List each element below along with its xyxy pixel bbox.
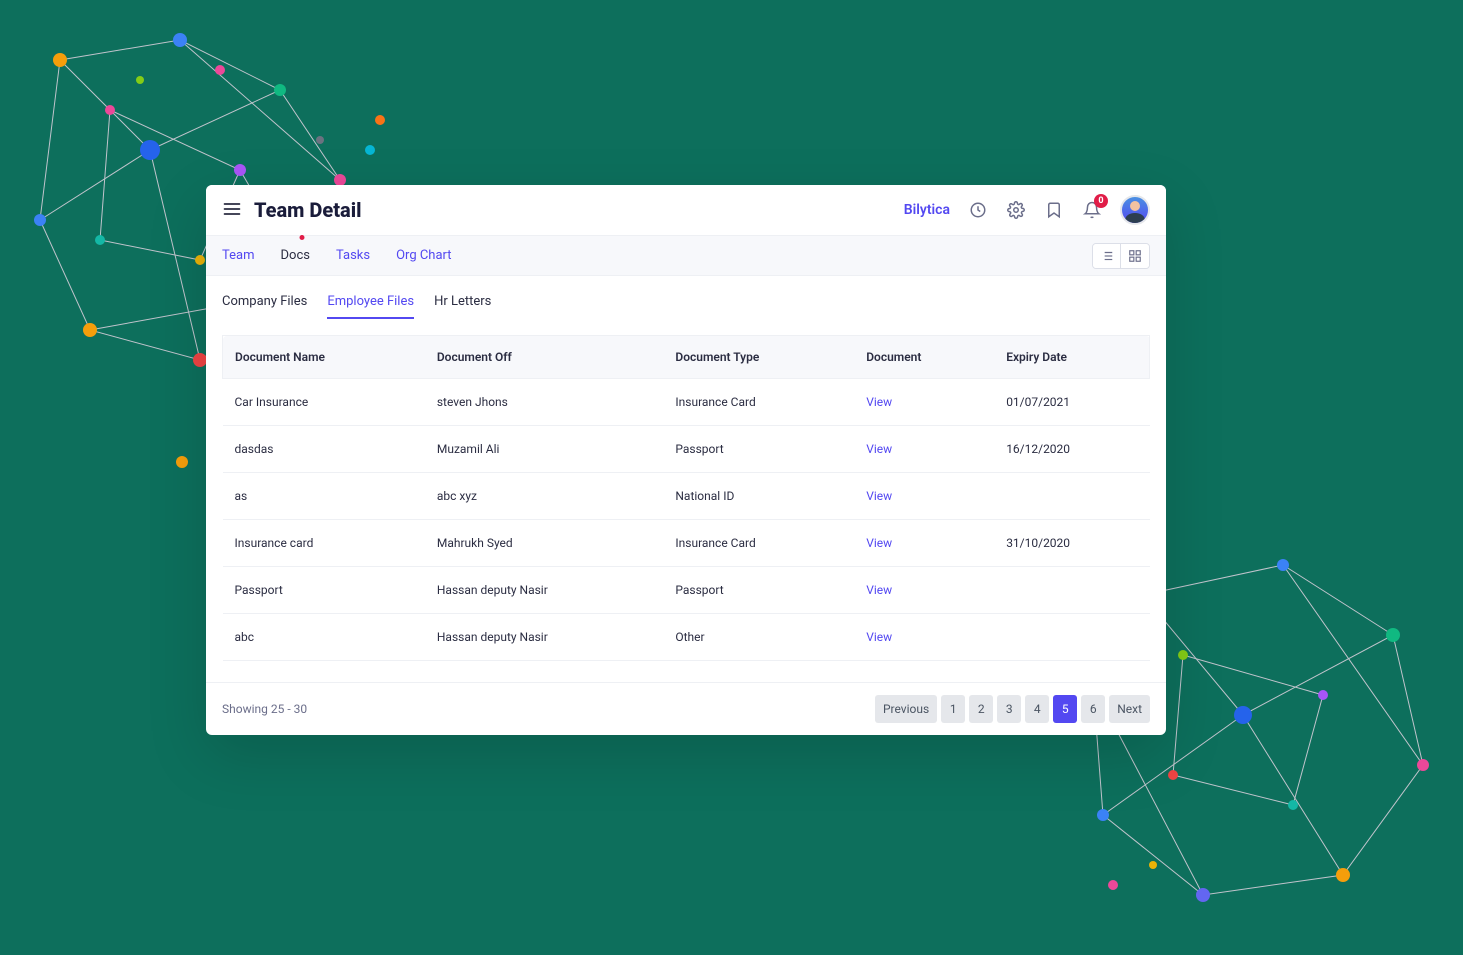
cell-type: National ID (663, 473, 854, 520)
page-button-6[interactable]: 6 (1081, 695, 1105, 723)
menu-icon[interactable] (222, 199, 242, 222)
table-row: Car Insurancesteven JhonsInsurance CardV… (223, 379, 1150, 426)
pagination: Previous123456Next (875, 695, 1150, 723)
app-window: Team Detail Bilytica 0 Team Docs Tasks Org … (206, 185, 1166, 735)
cell-off: Muzamil Ali (425, 426, 664, 473)
cell-name: Car Insurance (223, 379, 425, 426)
cell-type: Other (663, 614, 854, 661)
showing-text: Showing 25 - 30 (222, 702, 307, 716)
nav-tabs: Team Docs Tasks Org Chart (206, 236, 1166, 276)
cell-name: abc (223, 614, 425, 661)
page-button-5[interactable]: 5 (1053, 695, 1077, 723)
table-row: dasdasMuzamil AliPassportView16/12/2020 (223, 426, 1150, 473)
column-header: Expiry Date (994, 336, 1149, 379)
cell-type: Insurance Card (663, 379, 854, 426)
nav-tab-team[interactable]: Team (222, 236, 269, 275)
bell-icon[interactable]: 0 (1082, 200, 1102, 220)
nav-tab-docs[interactable]: Docs (281, 236, 324, 275)
cell-name: Insurance card (223, 520, 425, 567)
cell-type: Passport (663, 426, 854, 473)
view-link[interactable]: View (854, 567, 994, 614)
list-view-icon[interactable] (1093, 244, 1121, 268)
sub-tab-company-files[interactable]: Company Files (222, 286, 307, 319)
table-row: PassportHassan deputy NasirPassportView (223, 567, 1150, 614)
sub-tabs: Company Files Employee Files Hr Letters (206, 276, 1166, 319)
grid-view-icon[interactable] (1121, 244, 1149, 268)
nav-tab-org-chart[interactable]: Org Chart (396, 236, 465, 275)
cell-off: Mahrukh Syed (425, 520, 664, 567)
next-button[interactable]: Next (1109, 695, 1150, 723)
cell-name: Passport (223, 567, 425, 614)
cell-expiry (994, 567, 1149, 614)
brand-label[interactable]: Bilytica (904, 202, 950, 218)
table-row: abcHassan deputy NasirOtherView (223, 614, 1150, 661)
cell-name: dasdas (223, 426, 425, 473)
bg-dot-accent (170, 450, 210, 490)
table-row: asabc xyzNational IDView (223, 473, 1150, 520)
view-link[interactable]: View (854, 379, 994, 426)
column-header: Document Off (425, 336, 664, 379)
view-link[interactable]: View (854, 473, 994, 520)
nav-tab-tasks[interactable]: Tasks (336, 236, 384, 275)
page-button-1[interactable]: 1 (941, 695, 965, 723)
avatar[interactable] (1120, 195, 1150, 225)
column-header: Document Type (663, 336, 854, 379)
sub-tab-hr-letters[interactable]: Hr Letters (434, 286, 491, 319)
topbar: Team Detail Bilytica 0 (206, 185, 1166, 236)
documents-table: Document NameDocument OffDocument TypeDo… (222, 335, 1150, 661)
cell-off: Hassan deputy Nasir (425, 614, 664, 661)
cell-off: Hassan deputy Nasir (425, 567, 664, 614)
gear-icon[interactable] (1006, 200, 1026, 220)
notification-badge: 0 (1094, 194, 1108, 208)
cell-expiry (994, 473, 1149, 520)
view-toggle (1092, 243, 1150, 269)
cell-type: Insurance Card (663, 520, 854, 567)
view-link[interactable]: View (854, 614, 994, 661)
cell-expiry: 01/07/2021 (994, 379, 1149, 426)
view-link[interactable]: View (854, 426, 994, 473)
page-button-2[interactable]: 2 (969, 695, 993, 723)
cell-expiry: 31/10/2020 (994, 520, 1149, 567)
page-button-4[interactable]: 4 (1025, 695, 1049, 723)
clock-icon[interactable] (968, 200, 988, 220)
column-header: Document (854, 336, 994, 379)
sub-tab-employee-files[interactable]: Employee Files (327, 286, 414, 319)
cell-expiry: 16/12/2020 (994, 426, 1149, 473)
page-title: Team Detail (254, 198, 362, 222)
view-link[interactable]: View (854, 520, 994, 567)
cell-off: steven Jhons (425, 379, 664, 426)
table-container: Document NameDocument OffDocument TypeDo… (206, 319, 1166, 682)
table-footer: Showing 25 - 30 Previous123456Next (206, 682, 1166, 735)
previous-button[interactable]: Previous (875, 695, 937, 723)
page-button-3[interactable]: 3 (997, 695, 1021, 723)
column-header: Document Name (223, 336, 425, 379)
cell-expiry (994, 614, 1149, 661)
bookmark-icon[interactable] (1044, 200, 1064, 220)
cell-name: as (223, 473, 425, 520)
table-row: Insurance cardMahrukh SyedInsurance Card… (223, 520, 1150, 567)
cell-off: abc xyz (425, 473, 664, 520)
cell-type: Passport (663, 567, 854, 614)
